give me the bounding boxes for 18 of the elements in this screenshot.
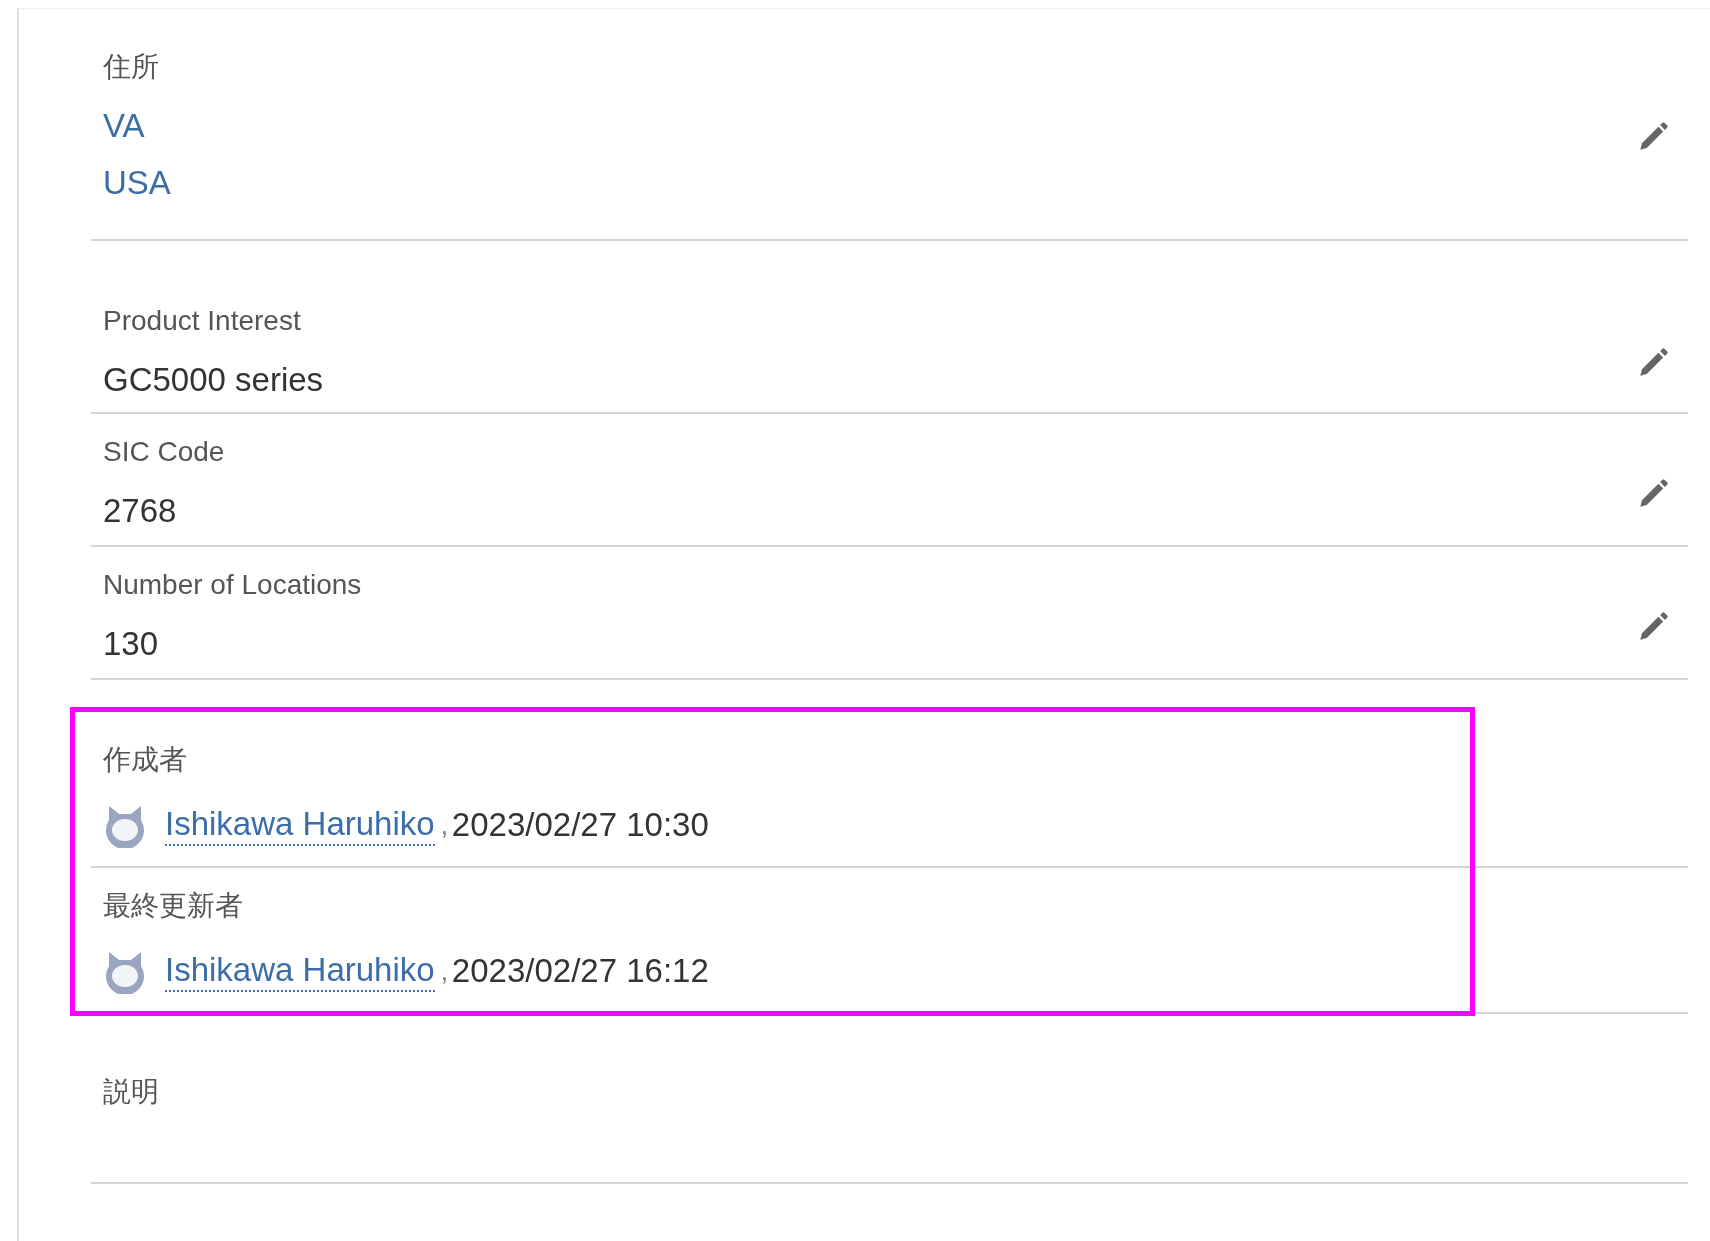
address-line[interactable]: USA — [103, 154, 171, 211]
field-label: 最終更新者 — [103, 889, 243, 923]
timestamp: 2023/02/27 16:12 — [451, 951, 709, 991]
field-label: Product Interest — [103, 304, 301, 338]
field-label: SIC Code — [103, 435, 225, 469]
field-label: 作成者 — [103, 743, 187, 777]
field-value: 2768 — [103, 491, 177, 531]
separator: , — [440, 955, 448, 987]
field-label: 説明 — [103, 1075, 159, 1109]
user-link[interactable]: Ishikawa Haruhiko — [165, 950, 435, 992]
user-link[interactable]: Ishikawa Haruhiko — [165, 804, 435, 846]
field-value: GC5000 series — [103, 360, 324, 400]
address-line[interactable]: VA — [103, 97, 145, 154]
field-label: Number of Locations — [103, 568, 362, 602]
field-label: 住所 — [103, 50, 159, 84]
timestamp: 2023/02/27 10:30 — [451, 805, 709, 845]
separator: , — [440, 809, 448, 841]
field-value: 130 — [103, 624, 159, 664]
